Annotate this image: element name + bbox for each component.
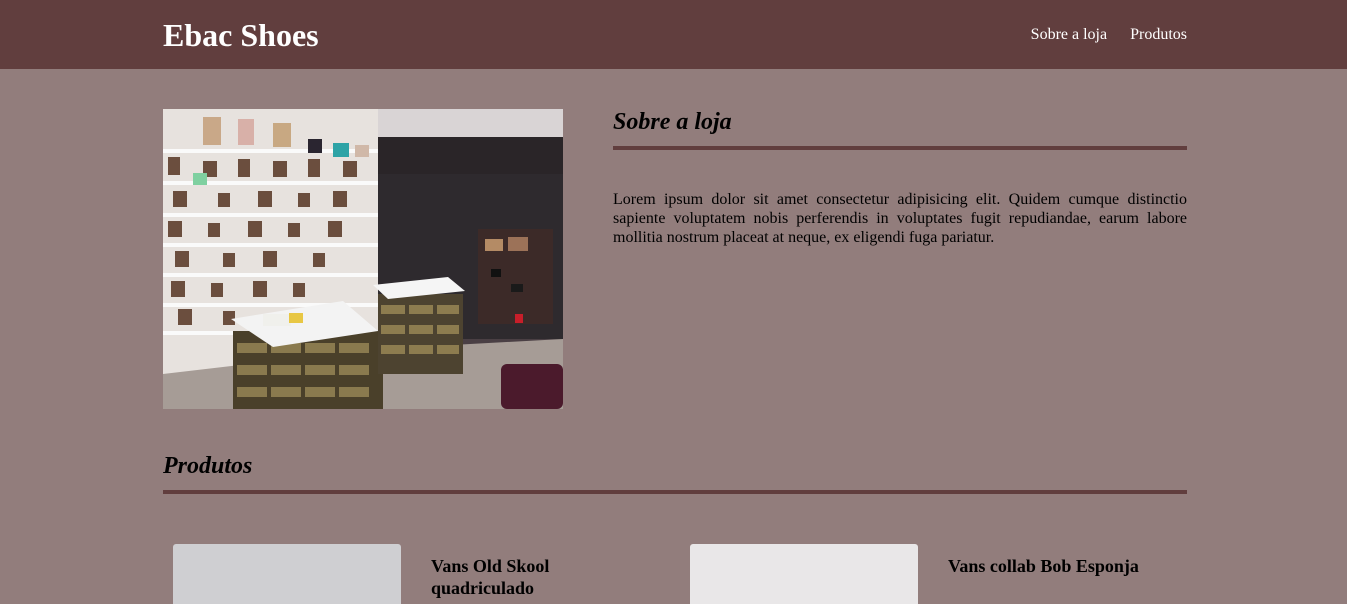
about-text: Lorem ipsum dolor sit amet consectetur a… [613,191,1187,246]
product-image-vans-bob-esponja[interactable] [690,544,918,604]
store-photo [163,109,563,409]
about-title-rule [613,146,1187,150]
main-nav: Sobre a loja Produtos [1031,25,1187,45]
site-header: Ebac Shoes Sobre a loja Produtos [0,0,1347,69]
products-title: Produtos [163,453,253,479]
about-title: Sobre a loja [613,109,732,135]
site-brand[interactable]: Ebac Shoes [163,15,319,55]
product-name-vans-bob-esponja[interactable]: Vans collab Bob Esponja [948,555,1148,577]
product-image-vans-old-skool[interactable] [173,544,401,604]
nav-link-produtos[interactable]: Produtos [1130,25,1187,45]
products-title-rule [163,490,1187,494]
product-name-vans-old-skool[interactable]: Vans Old Skool quadriculado [431,555,631,599]
nav-link-sobre-a-loja[interactable]: Sobre a loja [1031,25,1107,45]
